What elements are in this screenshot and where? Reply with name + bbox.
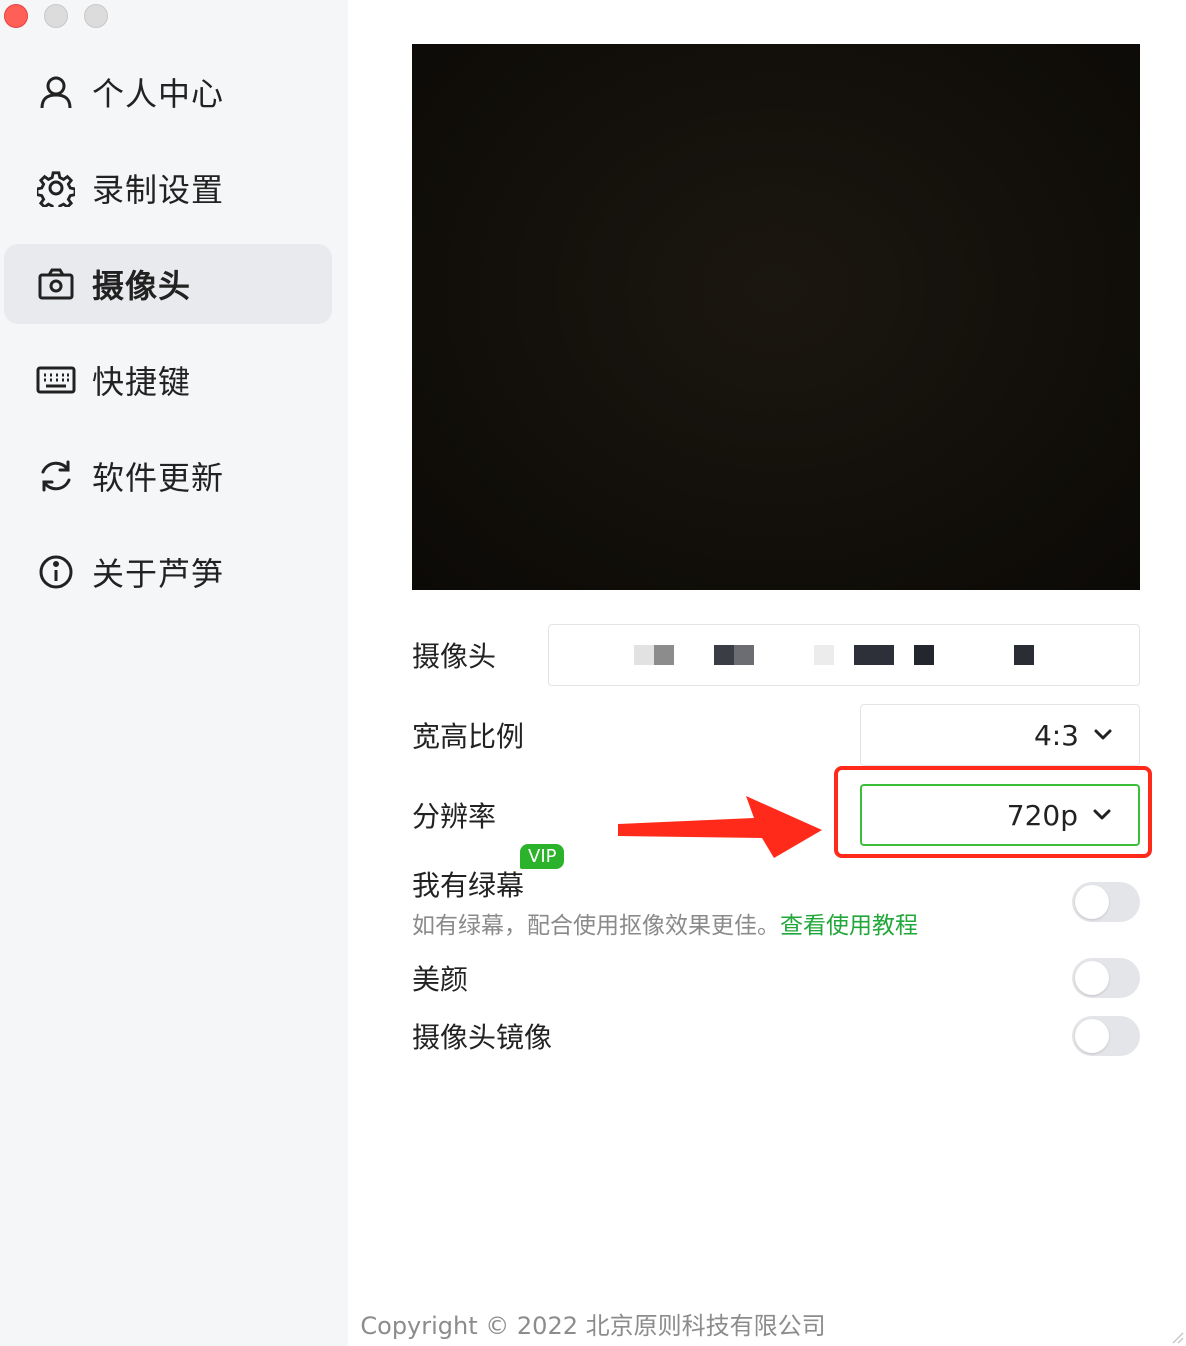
info-icon — [36, 552, 76, 592]
mirror-label: 摄像头镜像 — [412, 1021, 553, 1054]
sidebar-item-camera[interactable]: 摄像头 — [4, 244, 332, 324]
aspect-ratio-select[interactable]: 4:3 — [860, 704, 1140, 766]
beauty-label: 美颜 — [412, 963, 469, 996]
window-controls — [4, 4, 108, 28]
camera-preview — [412, 44, 1140, 590]
vip-badge: VIP — [520, 844, 565, 869]
sidebar-item-shortcuts[interactable]: 快捷键 — [4, 340, 332, 420]
beauty-toggle[interactable] — [1072, 958, 1140, 998]
camera-icon — [36, 264, 76, 304]
sidebar-item-label: 个人中心 — [92, 75, 225, 113]
camera-row: 摄像头 — [412, 624, 1140, 686]
redacted-camera-name — [634, 645, 1054, 665]
camera-settings-panel: 摄像头 宽高比例 4:3 分辨率 720p 我有绿幕 VIP 如有绿幕，配合使用… — [348, 0, 1186, 1346]
sidebar-item-label: 关于芦笋 — [92, 555, 225, 593]
sidebar-nav: 个人中心 录制设置 摄像头 快捷键 软件更新 关于芦笋 — [4, 52, 332, 628]
maximize-window-button[interactable] — [84, 4, 108, 28]
mirror-toggle[interactable] — [1072, 1016, 1140, 1056]
sidebar-item-profile[interactable]: 个人中心 — [4, 52, 332, 132]
aspect-ratio-label: 宽高比例 — [412, 720, 525, 753]
chevron-down-icon — [1093, 725, 1113, 745]
sidebar-item-label: 录制设置 — [92, 171, 225, 209]
greenscreen-row: 我有绿幕 — [412, 864, 1140, 904]
tutorial-link[interactable]: 查看使用教程 — [780, 913, 918, 939]
sidebar-item-label: 摄像头 — [92, 267, 192, 305]
greenscreen-label: 我有绿幕 — [412, 869, 525, 902]
sidebar-item-recording-settings[interactable]: 录制设置 — [4, 148, 332, 228]
close-window-button[interactable] — [4, 4, 28, 28]
keyboard-icon — [36, 360, 76, 400]
annotation-highlight-box — [834, 766, 1152, 858]
sidebar-item-software-update[interactable]: 软件更新 — [4, 436, 332, 516]
resolution-label: 分辨率 — [412, 800, 497, 833]
gear-icon — [36, 168, 76, 208]
resize-grip-icon[interactable] — [1170, 1330, 1184, 1344]
camera-label: 摄像头 — [412, 640, 497, 673]
greenscreen-description: 如有绿幕，配合使用抠像效果更佳。查看使用教程 — [412, 906, 918, 940]
sidebar-item-about[interactable]: 关于芦笋 — [4, 532, 332, 612]
greenscreen-toggle[interactable] — [1072, 882, 1140, 922]
toggle-knob — [1075, 1019, 1109, 1053]
copyright-footer: Copyright © 2022 北京原则科技有限公司 — [360, 1312, 826, 1340]
refresh-icon — [36, 456, 76, 496]
sidebar-item-label: 软件更新 — [92, 459, 225, 497]
app-window: 个人中心 录制设置 摄像头 快捷键 软件更新 关于芦笋 摄像头 宽高比例 4:3… — [0, 0, 1186, 1346]
aspect-ratio-row: 宽高比例 4:3 — [412, 704, 1140, 766]
user-icon — [36, 72, 76, 112]
greenscreen-desc-text: 如有绿幕，配合使用抠像效果更佳。 — [412, 913, 780, 939]
toggle-knob — [1075, 885, 1109, 919]
annotation-arrow-icon — [618, 796, 822, 858]
aspect-ratio-value: 4:3 — [1033, 718, 1079, 752]
toggle-knob — [1075, 961, 1109, 995]
minimize-window-button[interactable] — [44, 4, 68, 28]
camera-select[interactable] — [548, 624, 1140, 686]
sidebar-item-label: 快捷键 — [92, 363, 192, 401]
beauty-row: 美颜 — [412, 958, 1140, 998]
mirror-row: 摄像头镜像 — [412, 1016, 1140, 1056]
sidebar: 个人中心 录制设置 摄像头 快捷键 软件更新 关于芦笋 — [0, 0, 348, 1346]
